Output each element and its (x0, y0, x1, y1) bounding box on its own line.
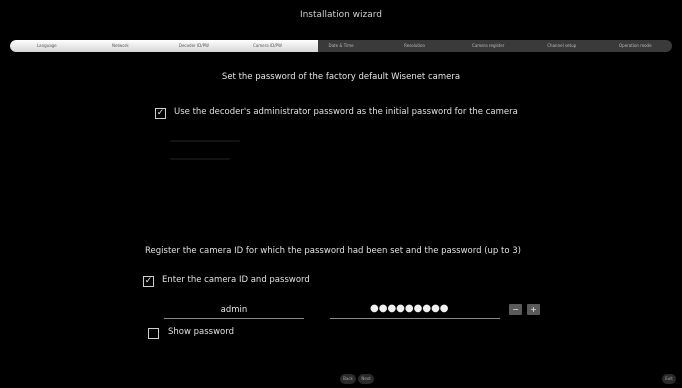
step-decoder-id-pw[interactable]: Decoder ID/PW (157, 40, 231, 52)
page-heading: Set the password of the factory default … (221, 72, 461, 82)
use-admin-password-checkbox[interactable]: ✓ (155, 108, 166, 119)
disabled-field-1 (170, 140, 240, 142)
disabled-field-2 (170, 158, 230, 160)
enter-id-password-checkbox[interactable]: ✓ (143, 276, 154, 287)
show-password-label: Show password (168, 327, 234, 337)
wizard-step-bar: Language Network Decoder ID/PW Camera ID… (10, 40, 672, 52)
camera-id-field[interactable]: admin (164, 305, 304, 315)
register-instructions: Register the camera ID for which the pas… (145, 246, 521, 256)
step-channel-setup[interactable]: Channel setup (525, 40, 599, 52)
remove-entry-button[interactable]: − (509, 304, 522, 315)
step-network[interactable]: Network (84, 40, 158, 52)
step-operation-mode[interactable]: Operation mode (599, 40, 673, 52)
step-camera-id-pw[interactable]: Camera ID/PW (231, 40, 305, 52)
step-language[interactable]: Language (10, 40, 84, 52)
camera-id-underline (164, 318, 304, 319)
back-button[interactable]: Back (340, 374, 356, 384)
step-camera-register[interactable]: Camera register (451, 40, 525, 52)
camera-password-underline (330, 318, 500, 319)
exit-button[interactable]: Exit (662, 374, 676, 384)
use-admin-password-label: Use the decoder's administrator password… (174, 107, 518, 117)
camera-password-field[interactable]: ●●●●●●●●● (370, 303, 449, 314)
next-button[interactable]: Next (358, 374, 374, 384)
step-date-time[interactable]: Date & Time (304, 40, 378, 52)
step-resolution[interactable]: Resolution (378, 40, 452, 52)
show-password-checkbox[interactable] (148, 328, 159, 339)
add-entry-button[interactable]: + (527, 304, 540, 315)
enter-id-password-label: Enter the camera ID and password (162, 275, 310, 285)
wizard-title: Installation wizard (299, 10, 383, 20)
